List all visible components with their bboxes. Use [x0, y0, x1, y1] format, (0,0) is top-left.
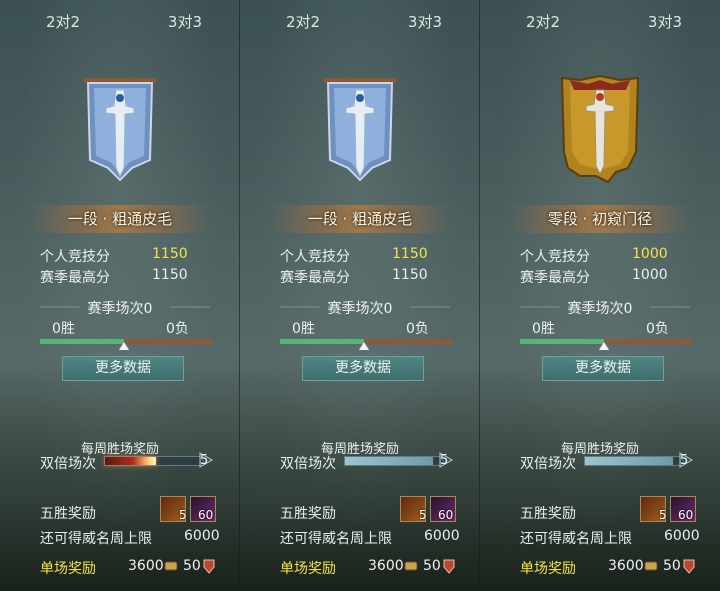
season-high-label: 赛季最高分: [520, 270, 590, 286]
season-matches: 赛季场次0: [567, 301, 633, 317]
shield-icon: [443, 559, 455, 574]
single-reward-badge-value: 50: [183, 558, 201, 574]
score-value: 1000: [632, 246, 668, 262]
coin-icon: [404, 561, 418, 571]
more-data-button[interactable]: 更多数据: [302, 356, 424, 381]
tab-3v3[interactable]: 3对3: [604, 0, 720, 44]
single-match-reward-label: 单场奖励: [40, 561, 96, 577]
double-matches-count: 5: [440, 453, 449, 468]
single-match-reward-label: 单场奖励: [520, 561, 576, 577]
mode-tabs: 2对2 3对3: [240, 0, 480, 44]
blue-sword-banner-icon: [84, 78, 156, 182]
rank-name: 一段 · 粗通皮毛: [307, 210, 413, 228]
weekly-limit-label: 还可得威名周上限: [280, 531, 392, 547]
single-reward-coin-value: 3600: [368, 558, 404, 574]
double-matches-bar: [104, 456, 204, 466]
season-matches: 赛季场次0: [327, 301, 393, 317]
tab-3v3[interactable]: 3对3: [124, 0, 240, 44]
double-matches-bar: [584, 456, 684, 466]
score-value: 1150: [392, 246, 428, 262]
five-win-reward-label: 五胜奖励: [280, 506, 336, 522]
arena-panel-2: 2对2 3对3 一段 · 粗通皮毛 个人竞技分 1150 赛季最高分 1150 …: [240, 0, 480, 591]
win-ratio-fill: [40, 339, 124, 344]
double-matches-fill: [105, 457, 156, 465]
losses-count: 0负: [406, 321, 429, 337]
wins-count: 0胜: [532, 321, 555, 337]
weekly-limit-value: 6000: [664, 528, 700, 544]
gold-sword-banner-icon: [560, 74, 640, 184]
shield-icon: [683, 559, 695, 574]
single-match-reward-label: 单场奖励: [280, 561, 336, 577]
weekly-limit-value: 6000: [184, 528, 220, 544]
arena-panels: 2对2 3对3 一段 · 粗通皮毛 个人竞技分 1150 赛季最高分 1150 …: [0, 0, 720, 591]
score-value: 1150: [152, 246, 188, 262]
losses-count: 0负: [166, 321, 189, 337]
season-high-label: 赛季最高分: [280, 270, 350, 286]
win-ratio-fill: [280, 339, 364, 344]
mode-tabs: 2对2 3对3: [0, 0, 240, 44]
season-high-value: 1150: [152, 267, 188, 283]
item-count: 60: [678, 508, 694, 522]
win-ratio-marker: [119, 342, 129, 350]
five-win-reward-label: 五胜奖励: [40, 506, 96, 522]
rank-name: 零段 · 初窥门径: [547, 210, 653, 228]
shield-icon: [203, 559, 215, 574]
wins-count: 0胜: [292, 321, 315, 337]
item-count: 5: [419, 508, 427, 522]
five-win-reward-label: 五胜奖励: [520, 506, 576, 522]
tab-3v3[interactable]: 3对3: [364, 0, 480, 44]
more-data-button[interactable]: 更多数据: [542, 356, 664, 381]
double-matches-count: 5: [200, 453, 209, 468]
coin-icon: [644, 561, 658, 571]
single-reward-coin-value: 3600: [128, 558, 164, 574]
double-matches-bar: [344, 456, 444, 466]
win-ratio-marker: [599, 342, 609, 350]
season-high-value: 1000: [632, 267, 668, 283]
season-high-value: 1150: [392, 267, 428, 283]
item-count: 60: [198, 508, 214, 522]
double-matches-count: 5: [680, 453, 689, 468]
weekly-limit-label: 还可得威名周上限: [40, 531, 152, 547]
single-reward-badge-value: 50: [663, 558, 681, 574]
item-count: 5: [659, 508, 667, 522]
tab-2v2[interactable]: 2对2: [0, 0, 124, 44]
double-matches-label: 双倍场次: [520, 456, 576, 472]
mode-tabs: 2对2 3对3: [480, 0, 720, 44]
rank-name: 一段 · 粗通皮毛: [67, 210, 173, 228]
wins-count: 0胜: [52, 321, 75, 337]
score-label: 个人竞技分: [40, 249, 110, 265]
double-matches-fill: [345, 457, 433, 465]
item-count: 60: [438, 508, 454, 522]
win-ratio-marker: [359, 342, 369, 350]
season-high-label: 赛季最高分: [40, 270, 110, 286]
more-data-button[interactable]: 更多数据: [62, 356, 184, 381]
tab-2v2[interactable]: 2对2: [240, 0, 364, 44]
single-reward-coin-value: 3600: [608, 558, 644, 574]
item-count: 5: [179, 508, 187, 522]
single-reward-badge-value: 50: [423, 558, 441, 574]
double-matches-label: 双倍场次: [40, 456, 96, 472]
double-matches-fill: [585, 457, 673, 465]
coin-icon: [164, 561, 178, 571]
tab-2v2[interactable]: 2对2: [480, 0, 604, 44]
blue-sword-banner-icon: [324, 78, 396, 182]
arena-panel-1: 2对2 3对3 一段 · 粗通皮毛 个人竞技分 1150 赛季最高分 1150 …: [0, 0, 240, 591]
weekly-limit-value: 6000: [424, 528, 460, 544]
win-ratio-fill: [520, 339, 604, 344]
score-label: 个人竞技分: [280, 249, 350, 265]
arena-panel-3: 2对2 3对3 零段 · 初窥门径 个人竞技分 1000 赛季最高分 1000 …: [480, 0, 720, 591]
losses-count: 0负: [646, 321, 669, 337]
score-label: 个人竞技分: [520, 249, 590, 265]
weekly-limit-label: 还可得威名周上限: [520, 531, 632, 547]
season-matches: 赛季场次0: [87, 301, 153, 317]
double-matches-label: 双倍场次: [280, 456, 336, 472]
